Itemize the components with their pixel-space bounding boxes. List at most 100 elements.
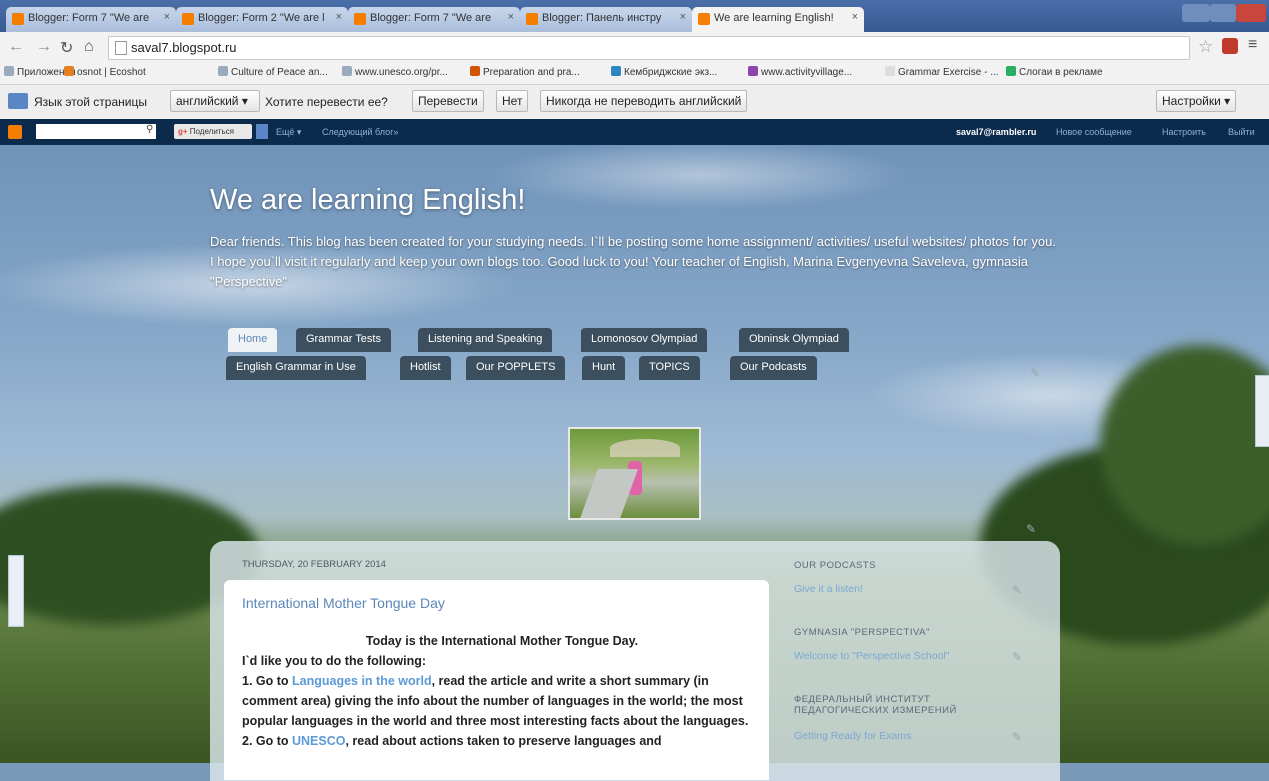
bookmark[interactable]: osnot | Ecoshot	[64, 66, 146, 78]
new-post-link[interactable]: Новое сообщение	[1056, 127, 1132, 137]
bookmarks-bar: Приложения osnot | Ecoshot Culture of Pe…	[0, 62, 1269, 85]
tab-topics[interactable]: TOPICS	[639, 356, 700, 380]
bookmark[interactable]: Grammar Exercise - ...	[885, 66, 999, 78]
logout-link[interactable]: Выйти	[1228, 127, 1255, 137]
bookmark-icon	[218, 66, 228, 76]
wrench-icon[interactable]: ✎	[1012, 583, 1022, 597]
bookmark-icon	[885, 66, 895, 76]
sidebar-heading: ФЕДЕРАЛЬНЫЙ ИНСТИТУТ ПЕДАГОГИЧЕСКИХ ИЗМЕ…	[794, 694, 957, 716]
minimize-button[interactable]	[1182, 4, 1210, 22]
sidebar-heading: OUR PODCASTS	[794, 560, 877, 571]
address-toolbar: ← → ↻ ⌂ saval7.blogspot.ru ☆ ≡	[0, 32, 1269, 62]
tab-lomonosov-olympiad[interactable]: Lomonosov Olympiad	[581, 328, 708, 352]
right-side-tab[interactable]	[1255, 375, 1269, 447]
blogger-icon	[12, 13, 24, 25]
blog-search-input[interactable]	[36, 124, 156, 139]
translate-settings-button[interactable]: Настройки ▾	[1156, 90, 1237, 112]
browser-tab-strip: Blogger: Form 7 "We are × Blogger: Form 2…	[0, 0, 1269, 32]
close-icon[interactable]: ×	[680, 11, 686, 23]
blogger-icon	[354, 13, 366, 25]
home-icon[interactable]: ⌂	[84, 38, 94, 56]
bookmark-icon	[470, 66, 480, 76]
blog-description: Dear friends. This blog has been created…	[210, 234, 1056, 289]
tab-home[interactable]: Home	[228, 328, 278, 352]
facebook-icon[interactable]	[256, 124, 268, 139]
wrench-icon[interactable]: ✎	[1012, 650, 1022, 664]
tab-grammar-tests[interactable]: Grammar Tests	[296, 328, 391, 352]
share-button[interactable]: g+ Поделиться	[174, 124, 252, 139]
close-icon[interactable]: ×	[164, 11, 170, 23]
back-arrow-icon[interactable]: ←	[8, 38, 24, 56]
reload-icon[interactable]: ↻	[60, 38, 73, 58]
sidebar-link[interactable]: Getting Ready for Exams	[794, 730, 911, 742]
language-select[interactable]: английский ▾	[170, 90, 260, 112]
browser-tab-3[interactable]: Blogger: Form 7 "We are ×	[348, 7, 520, 32]
bookmark[interactable]: Preparation and pra...	[470, 66, 580, 78]
bookmark[interactable]: Culture of Peace an...	[218, 66, 328, 78]
browser-tab-1[interactable]: Blogger: Form 7 "We are ×	[6, 7, 176, 32]
translate-prompt: Язык этой страницы	[34, 95, 147, 109]
languages-link[interactable]: Languages in the world	[292, 674, 432, 688]
customize-link[interactable]: Настроить	[1162, 127, 1206, 137]
blog-title[interactable]: We are learning English!	[210, 184, 525, 217]
wrench-icon[interactable]: ✎	[1026, 522, 1036, 536]
window-close-button[interactable]	[1236, 4, 1266, 22]
blogger-logo-icon[interactable]	[8, 125, 22, 139]
wrench-icon[interactable]: ✎	[1012, 730, 1022, 744]
bookmark-icon	[1006, 66, 1016, 76]
post-body: Today is the International Mother Tongue…	[242, 634, 749, 748]
tab-english-grammar[interactable]: English Grammar in Use	[226, 356, 366, 380]
user-email[interactable]: saval7@rambler.ru	[956, 127, 1036, 137]
bookmark-icon	[748, 66, 758, 76]
tab-hotlist[interactable]: Hotlist	[400, 356, 451, 380]
browser-tab-2[interactable]: Blogger: Form 2 "We are l ×	[176, 7, 348, 32]
url-text[interactable]: saval7.blogspot.ru	[131, 40, 237, 55]
blogger-icon	[526, 13, 538, 25]
more-menu[interactable]: Ещё ▾	[276, 127, 301, 138]
browser-tab-4[interactable]: Blogger: Панель инстру ×	[520, 7, 692, 32]
blogger-icon	[698, 13, 710, 25]
tab-obninsk-olympiad[interactable]: Obninsk Olympiad	[739, 328, 849, 352]
translate-button[interactable]: Перевести	[412, 90, 484, 112]
sidebar-heading: GYMNASIA "PERSPECTIVA"	[794, 627, 930, 638]
star-icon[interactable]: ☆	[1198, 37, 1213, 57]
maximize-button[interactable]	[1210, 4, 1236, 22]
translate-question: Хотите перевести ее?	[265, 95, 388, 109]
wrench-icon[interactable]: ✎	[1030, 366, 1040, 380]
translate-bar: Язык этой страницы английский ▾ Хотите п…	[0, 85, 1269, 120]
no-button[interactable]: Нет	[496, 90, 529, 112]
browser-tab-active[interactable]: We are learning English! ×	[692, 7, 864, 32]
header-photo	[568, 427, 701, 520]
close-icon[interactable]: ×	[508, 11, 514, 23]
bookmark[interactable]: www.activityvillage...	[748, 66, 852, 78]
translate-icon	[8, 93, 28, 109]
page-icon	[115, 41, 127, 55]
search-icon[interactable]: ⚲	[146, 124, 153, 135]
url-bar[interactable]: saval7.blogspot.ru	[108, 36, 1190, 60]
forward-arrow-icon[interactable]: →	[36, 38, 52, 56]
tab-hunt[interactable]: Hunt	[582, 356, 626, 380]
bookmark-icon	[611, 66, 621, 76]
post-title[interactable]: International Mother Tongue Day	[242, 595, 445, 611]
close-icon[interactable]: ×	[336, 11, 342, 23]
left-side-tab[interactable]	[8, 555, 24, 627]
tab-our-podcasts[interactable]: Our Podcasts	[730, 356, 817, 380]
menu-icon[interactable]: ≡	[1248, 36, 1257, 54]
bookmark[interactable]: Слогаи в рекламе	[1006, 66, 1103, 78]
next-blog-link[interactable]: Следующий блог»	[322, 127, 398, 137]
sidebar-link[interactable]: Give it a listen!	[794, 583, 863, 595]
tab-our-popplets[interactable]: Our POPPLETS	[466, 356, 566, 380]
blogger-icon	[182, 13, 194, 25]
sidebar-link[interactable]: Welcome to "Perspective School"	[794, 650, 950, 662]
apps-icon	[4, 66, 14, 76]
bookmark[interactable]: Кембриджские экз...	[611, 66, 717, 78]
post-date: THURSDAY, 20 FEBRUARY 2014	[242, 559, 386, 570]
unesco-link[interactable]: UNESCO	[292, 734, 345, 748]
blogger-navbar: ⚲ g+ Поделиться Ещё ▾ Следующий блог» sa…	[0, 119, 1269, 145]
close-icon[interactable]: ×	[852, 11, 858, 23]
bookmark[interactable]: www.unesco.org/pr...	[342, 66, 448, 78]
bookmark-icon	[64, 66, 74, 76]
tab-listening-speaking[interactable]: Listening and Speaking	[418, 328, 553, 352]
extension-icon[interactable]	[1222, 38, 1238, 54]
never-translate-button[interactable]: Никогда не переводить английский	[540, 90, 748, 112]
